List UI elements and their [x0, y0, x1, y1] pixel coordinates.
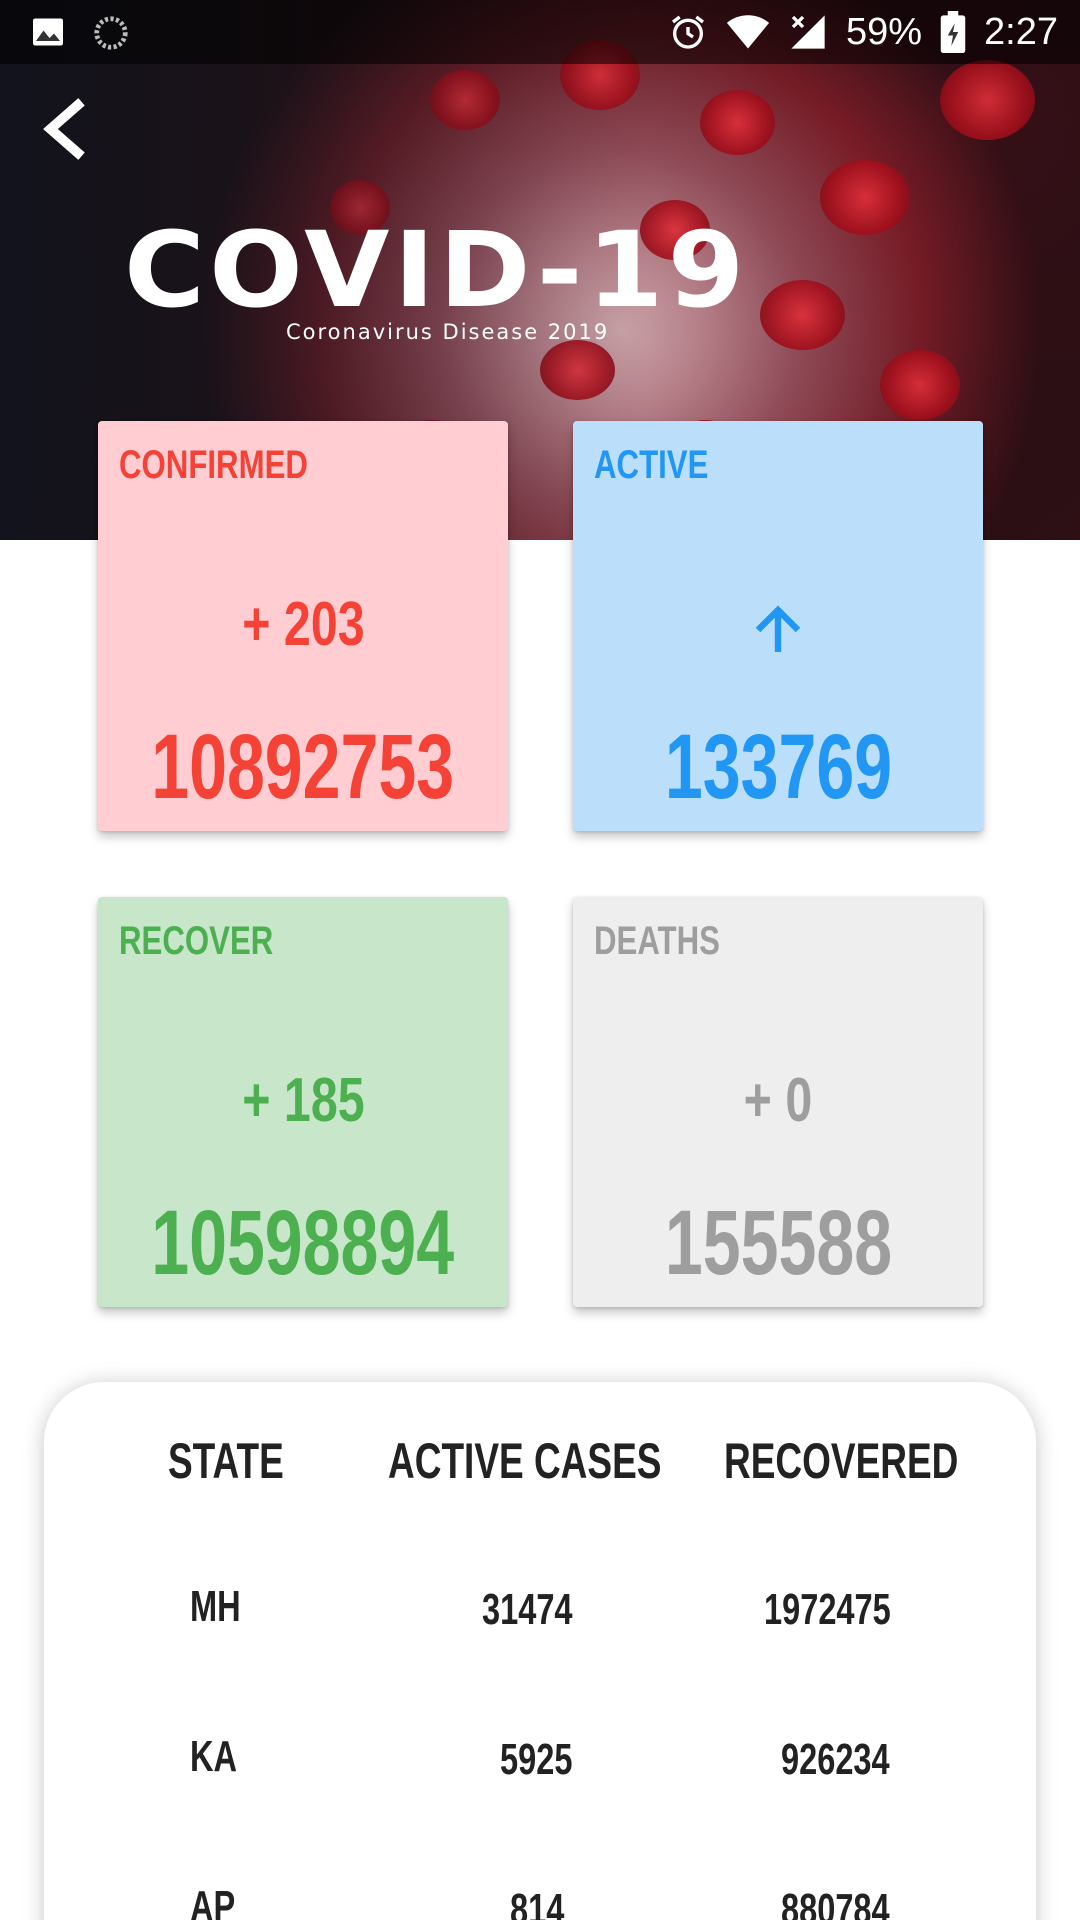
alarm-icon — [671, 15, 704, 49]
card-delta: + 203 — [241, 590, 365, 659]
arrow-up-icon — [755, 605, 801, 652]
table-cell-recovered: 1972475 — [764, 1585, 891, 1634]
app-subtitle: Coronavirus Disease 2019 — [286, 320, 610, 344]
table-cell-active: 814 — [510, 1885, 565, 1920]
table-cell-state: MH — [190, 1582, 241, 1631]
battery-percent: 59% — [845, 10, 923, 53]
image-icon — [33, 18, 63, 46]
card-total: 10892753 — [151, 716, 455, 818]
loading-icon — [94, 16, 128, 50]
status-bar: 59% 2:27 — [0, 0, 1080, 64]
back-button[interactable] — [38, 96, 94, 162]
clock-time: 2:27 — [984, 10, 1058, 53]
active-card[interactable]: ACTIVE 133769 — [573, 421, 983, 831]
table-cell-recovered: 926234 — [781, 1735, 890, 1784]
confirmed-card[interactable]: CONFIRMED + 203 10892753 — [98, 421, 508, 831]
state-table: STATE ACTIVE CASES RECOVERED MH 31474 19… — [44, 1382, 1036, 1920]
card-label: CONFIRMED — [119, 443, 308, 487]
card-total: 155588 — [664, 1192, 892, 1294]
table-header-state: STATE — [168, 1433, 284, 1489]
card-label: RECOVER — [119, 919, 274, 963]
table-cell-active: 31474 — [482, 1585, 573, 1634]
deaths-card[interactable]: DEATHS + 0 155588 — [573, 897, 983, 1307]
card-label: DEATHS — [594, 919, 720, 963]
signal-icon — [791, 15, 825, 49]
table-cell-state: AP — [190, 1882, 236, 1920]
screen: COVID-19 Coronavirus Disease 2019 59% 2:… — [0, 0, 1080, 1920]
app-title: COVID-19 — [124, 209, 749, 331]
status-right: 59% 2:27 — [668, 6, 1058, 58]
table-header-active-cases: ACTIVE CASES — [388, 1433, 662, 1489]
card-delta: + 0 — [743, 1066, 813, 1135]
chevron-left-icon — [43, 98, 85, 160]
table-cell-state: KA — [190, 1732, 238, 1781]
table-cell-active: 5925 — [500, 1735, 573, 1784]
table-header-recovered: RECOVERED — [724, 1433, 959, 1489]
card-total: 133769 — [664, 716, 892, 818]
card-total: 10598894 — [151, 1192, 455, 1294]
table-cell-recovered: 880784 — [781, 1885, 890, 1920]
recover-card[interactable]: RECOVER + 185 10598894 — [98, 897, 508, 1307]
battery-icon — [940, 11, 966, 53]
card-label: ACTIVE — [594, 443, 709, 487]
wifi-icon — [726, 15, 770, 49]
card-delta: + 185 — [241, 1066, 365, 1135]
